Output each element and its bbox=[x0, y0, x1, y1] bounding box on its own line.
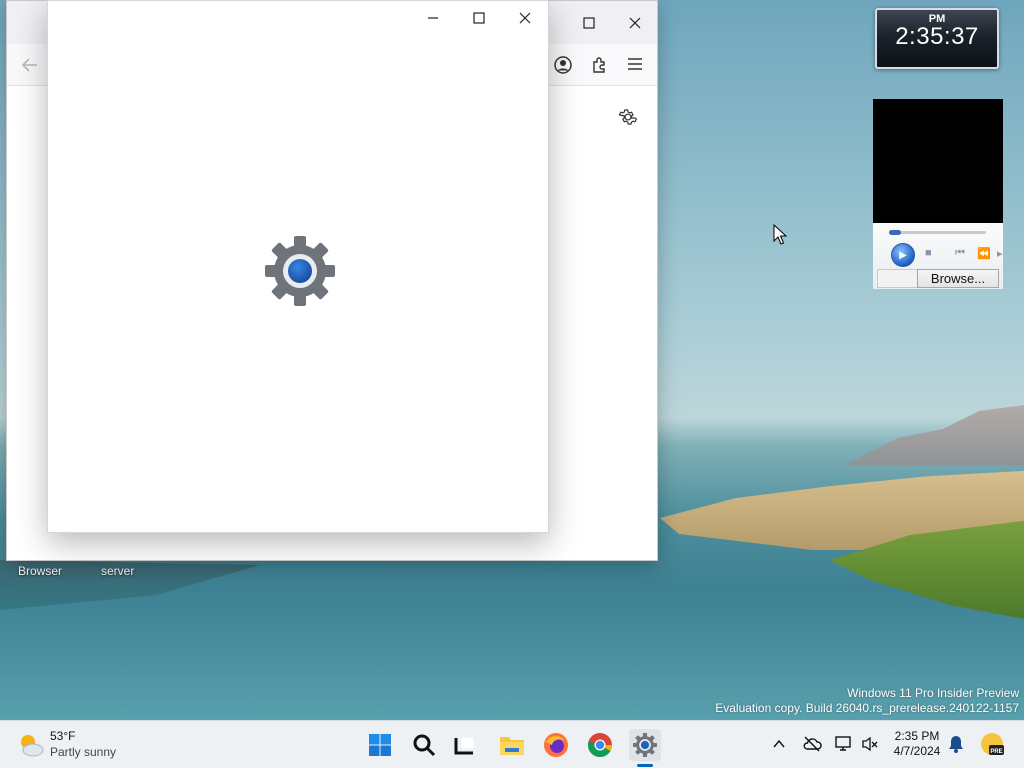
account-button[interactable] bbox=[553, 55, 573, 80]
taskbar: 53°F Partly sunny 2:35 PM 4/7/2024 PRE bbox=[0, 720, 1024, 768]
settings-close-button[interactable] bbox=[502, 0, 548, 39]
start-button[interactable] bbox=[364, 729, 396, 761]
forward-icon: ▸ bbox=[997, 248, 1003, 260]
play-icon: ▶ bbox=[899, 249, 907, 261]
insider-pre-icon: PRE bbox=[981, 733, 1004, 755]
file-explorer-button[interactable] bbox=[496, 729, 528, 761]
task-view-button[interactable] bbox=[449, 729, 481, 761]
watermark-build: Evaluation copy. Build 26040.rs_prerelea… bbox=[715, 701, 1019, 715]
watermark-edition: Windows 11 Pro Insider Preview bbox=[847, 686, 1019, 700]
weather-widget-button[interactable] bbox=[16, 731, 44, 764]
chevron-up-icon bbox=[773, 739, 785, 748]
media-file-field[interactable] bbox=[877, 269, 917, 288]
back-arrow-icon bbox=[21, 58, 37, 72]
svg-text:PRE: PRE bbox=[990, 749, 1002, 755]
maximize-icon bbox=[583, 16, 595, 29]
task-view-icon bbox=[454, 737, 474, 755]
settings-icon bbox=[633, 733, 657, 757]
active-app-indicator bbox=[637, 764, 653, 767]
tray-date: 4/7/2024 bbox=[893, 744, 941, 758]
forward-button[interactable]: ▸ bbox=[997, 247, 1003, 260]
previous-button[interactable]: ⏮ bbox=[955, 247, 965, 260]
minimize-icon bbox=[428, 16, 438, 19]
previous-icon: ⏮ bbox=[955, 247, 965, 259]
media-player-controls: ▶ ■ ⏮ ⏪ ▸ Browse... bbox=[873, 223, 1003, 289]
firefox-button[interactable] bbox=[540, 729, 572, 761]
notifications-button[interactable] bbox=[947, 734, 965, 759]
clock-time: 2:35:37 bbox=[895, 23, 979, 50]
hamburger-menu-icon bbox=[628, 58, 642, 70]
start-icon bbox=[369, 734, 391, 756]
media-player-screen bbox=[873, 99, 1003, 223]
volume-muted-icon bbox=[862, 736, 878, 752]
media-player-gadget[interactable]: ▶ ■ ⏮ ⏪ ▸ Browse... bbox=[873, 99, 1003, 289]
search-button[interactable] bbox=[408, 729, 440, 761]
pointer-cursor-icon bbox=[773, 223, 788, 245]
monitor-network-icon bbox=[835, 736, 851, 751]
clock-gadget[interactable]: PM 2:35:37 bbox=[875, 8, 999, 69]
account-icon bbox=[554, 56, 572, 74]
weather-description[interactable]: Partly sunny bbox=[50, 745, 116, 759]
cloud-offline-icon bbox=[803, 736, 822, 752]
file-explorer-icon bbox=[500, 737, 524, 755]
partly-sunny-icon bbox=[21, 735, 44, 757]
search-icon bbox=[413, 734, 436, 757]
puzzle-icon bbox=[593, 57, 605, 73]
settings-taskbar-button[interactable] bbox=[629, 729, 661, 761]
volume-tray-button[interactable] bbox=[860, 734, 880, 759]
browse-button[interactable]: Browse... bbox=[917, 269, 999, 288]
settings-minimize-button[interactable] bbox=[410, 0, 456, 39]
rewind-icon: ⏪ bbox=[977, 248, 991, 260]
firefox-icon bbox=[544, 733, 568, 757]
extensions-button[interactable] bbox=[590, 55, 610, 80]
show-hidden-icons-button[interactable] bbox=[772, 737, 786, 756]
mouse-cursor bbox=[773, 223, 788, 251]
gear-icon bbox=[618, 109, 638, 125]
insider-preview-button[interactable]: PRE bbox=[979, 731, 1005, 762]
seek-progress bbox=[889, 230, 901, 235]
desktop-icon-label-browser[interactable]: Browser bbox=[18, 564, 62, 578]
tray-clock[interactable]: 2:35 PM 4/7/2024 bbox=[891, 729, 943, 759]
play-button[interactable]: ▶ bbox=[891, 243, 915, 267]
settings-splash-logo bbox=[262, 233, 338, 314]
stop-icon: ■ bbox=[925, 247, 932, 259]
bell-icon bbox=[949, 736, 963, 753]
browser-close-button[interactable] bbox=[612, 1, 658, 44]
settings-maximize-button[interactable] bbox=[456, 0, 502, 39]
weather-temperature[interactable]: 53°F bbox=[50, 729, 75, 743]
settings-window[interactable] bbox=[47, 0, 549, 533]
chrome-icon bbox=[588, 733, 612, 758]
rewind-button[interactable]: ⏪ bbox=[977, 247, 991, 260]
tray-time: 2:35 PM bbox=[894, 729, 940, 743]
onedrive-tray-button[interactable] bbox=[802, 734, 822, 759]
maximize-icon bbox=[473, 11, 485, 24]
page-settings-button[interactable] bbox=[618, 107, 638, 132]
chrome-button[interactable] bbox=[584, 729, 616, 761]
stop-button[interactable]: ■ bbox=[925, 247, 932, 259]
back-button[interactable] bbox=[21, 56, 39, 79]
network-tray-button[interactable] bbox=[834, 734, 854, 759]
settings-gear-icon bbox=[265, 236, 335, 306]
desktop-icon-label-server[interactable]: server bbox=[101, 564, 134, 578]
wallpaper-mountain bbox=[844, 405, 1024, 465]
close-icon bbox=[629, 17, 641, 28]
browser-maximize-button[interactable] bbox=[566, 1, 612, 44]
app-menu-button[interactable] bbox=[626, 55, 644, 78]
evaluation-watermark: Windows 11 Pro Insider Preview Evaluatio… bbox=[715, 686, 1019, 716]
close-icon bbox=[519, 12, 531, 23]
seek-slider[interactable] bbox=[889, 230, 986, 235]
